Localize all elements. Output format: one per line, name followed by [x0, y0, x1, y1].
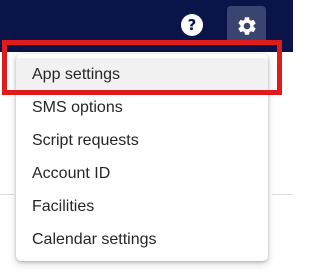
menu-item-facilities[interactable]: Facilities	[16, 190, 268, 223]
menu-item-calendar-settings[interactable]: Calendar settings	[16, 223, 268, 256]
menu-item-script-requests[interactable]: Script requests	[16, 124, 268, 157]
divider-line	[272, 194, 293, 195]
help-icon[interactable]: ?	[181, 14, 203, 36]
settings-button[interactable]	[227, 6, 266, 45]
menu-item-app-settings[interactable]: App settings	[16, 58, 268, 91]
settings-dropdown-menu: App settings SMS options Script requests…	[16, 54, 268, 261]
divider-line	[0, 194, 14, 195]
top-app-bar: ?	[0, 0, 293, 52]
menu-item-sms-options[interactable]: SMS options	[16, 91, 268, 124]
app-window: ? App settings SMS options Script reques…	[0, 0, 293, 273]
gear-icon	[237, 16, 256, 35]
menu-item-account-id[interactable]: Account ID	[16, 157, 268, 190]
